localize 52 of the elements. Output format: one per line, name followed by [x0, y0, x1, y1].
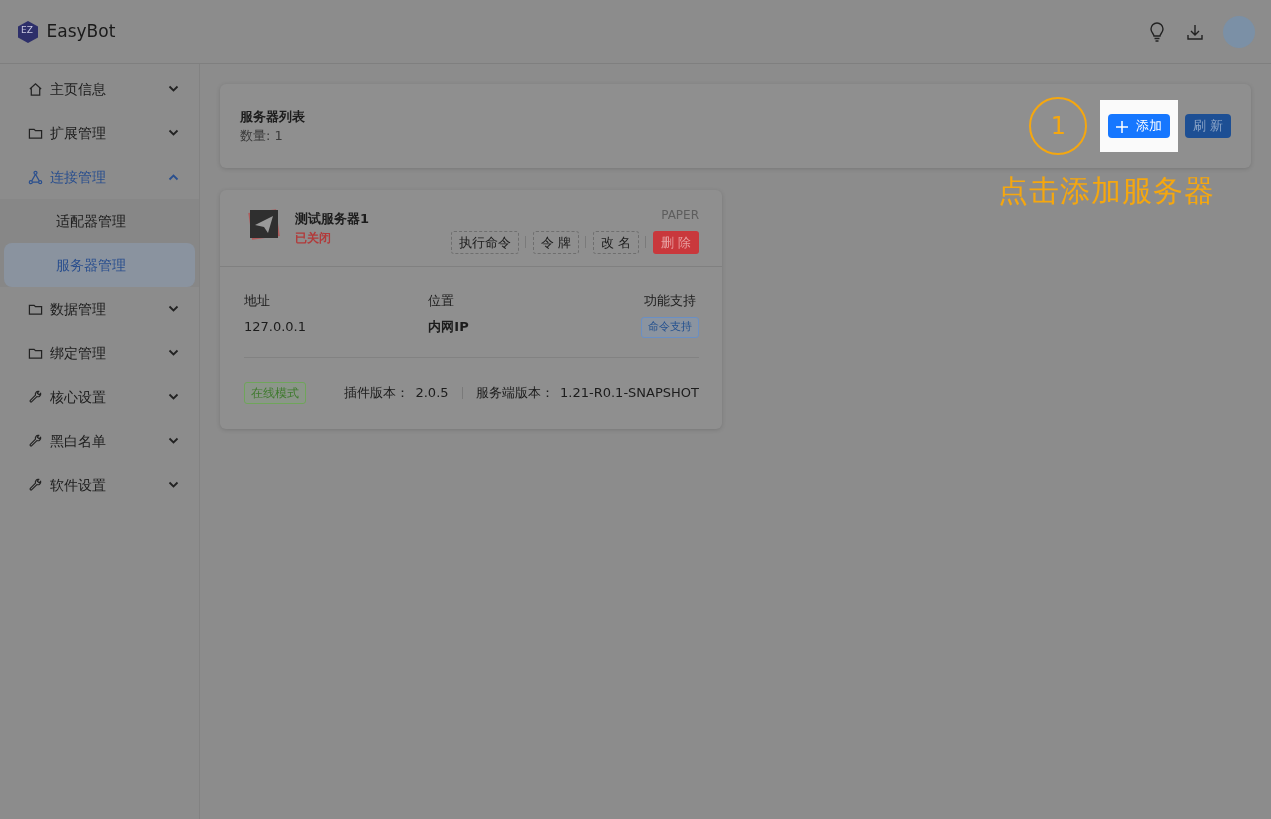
logo-text: EZ	[21, 24, 33, 37]
sidebar-subitem[interactable]: 适配器管理	[4, 199, 195, 244]
sidebar-item[interactable]: 黑白名单	[0, 419, 199, 464]
chevron-down-icon	[168, 481, 179, 490]
refresh-button[interactable]: 刷 新	[1184, 114, 1231, 138]
field-label: 地址	[244, 292, 271, 310]
list-title: 服务器列表	[240, 107, 305, 126]
callout-text: 点击添加服务器	[998, 172, 1215, 210]
action-button[interactable]: 执行命令	[450, 230, 519, 254]
server-count: 数量: 1	[240, 127, 284, 145]
logo-icon	[16, 19, 40, 44]
sidebar-item[interactable]: 绑定管理	[0, 331, 199, 376]
plus-icon	[1116, 120, 1129, 133]
network-icon	[28, 169, 43, 185]
app-title: EasyBot	[46, 19, 116, 43]
sidebar-subitem[interactable]: 服务器管理	[4, 243, 195, 288]
chevron-up-icon	[168, 173, 179, 182]
sidebar-item[interactable]: 主页信息	[0, 67, 199, 112]
avatar[interactable]	[1223, 15, 1255, 48]
plugin-version: 2.0.5	[415, 384, 449, 403]
wrench-icon	[28, 477, 43, 493]
wrench-icon	[28, 389, 43, 405]
chevron-down-icon	[168, 393, 179, 402]
server-version: 1.21-R0.1-SNAPSHOT	[560, 384, 699, 403]
chevron-down-icon	[168, 305, 179, 314]
chevron-down-icon	[168, 437, 179, 446]
step-number: 1	[1029, 97, 1088, 155]
chevron-down-icon	[168, 85, 179, 94]
sidebar-item[interactable]: 软件设置	[0, 463, 199, 508]
wrench-icon	[28, 433, 43, 449]
field-label: 位置	[428, 292, 456, 310]
field-value: 127.0.0.1	[244, 318, 307, 336]
field-value: 内网IP	[428, 318, 469, 336]
server-logo-icon	[246, 206, 282, 242]
server-status: 已关闭	[295, 229, 332, 247]
action-button[interactable]: 改 名	[592, 230, 639, 254]
sidebar-item[interactable]: 核心设置	[0, 375, 199, 420]
feature-tag: 命令支持	[641, 317, 699, 338]
server-name: 测试服务器1	[295, 210, 370, 229]
action-button[interactable]: 令 牌	[532, 230, 579, 254]
chevron-down-icon	[168, 129, 179, 138]
plugin-version-label: 插件版本：	[343, 384, 409, 403]
download-icon	[1185, 22, 1204, 41]
chevron-down-icon	[168, 349, 179, 358]
add-button[interactable]: 添加	[1108, 114, 1171, 138]
sidebar-item[interactable]: 扩展管理	[0, 111, 199, 156]
server-version-label: 服务端版本：	[475, 384, 554, 403]
field-label: 功能支持	[644, 292, 696, 310]
home-icon	[28, 81, 43, 97]
sidebar-item[interactable]: 数据管理	[0, 287, 199, 332]
lightbulb-icon	[1148, 21, 1166, 42]
mode-tag: 在线模式	[244, 382, 306, 404]
